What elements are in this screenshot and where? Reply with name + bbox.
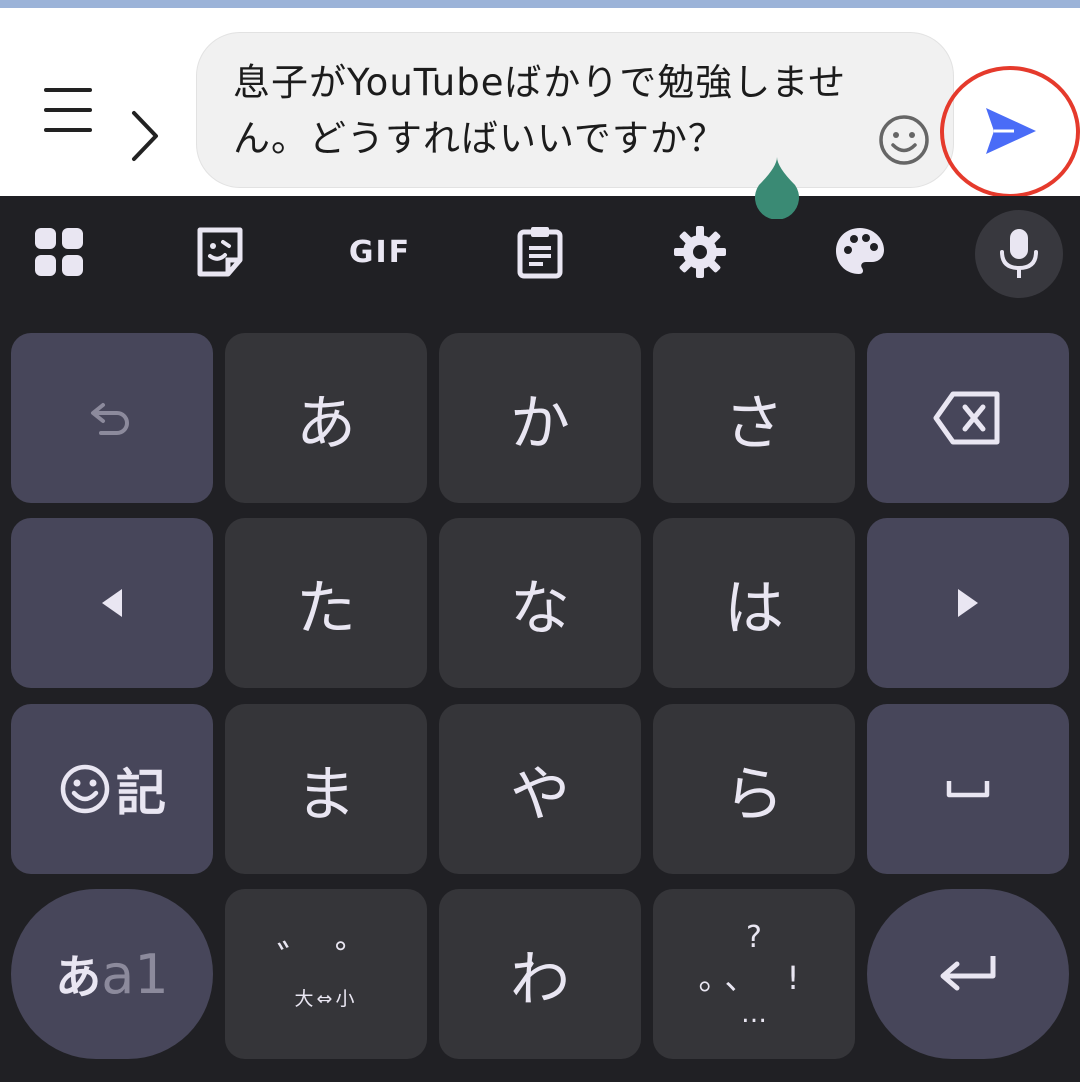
send-button[interactable] [940, 66, 1080, 198]
sticker-button[interactable] [190, 222, 250, 282]
send-arrow-icon [986, 108, 1036, 154]
key-na[interactable]: な [439, 518, 641, 688]
space-bar-icon [946, 781, 990, 798]
menu-button[interactable] [38, 78, 102, 138]
punct-marks: 。、 ! [698, 959, 810, 997]
clipboard-icon [517, 227, 563, 279]
backspace-icon [933, 391, 1000, 445]
cursor-right-key[interactable] [867, 518, 1069, 688]
mode-alpha-label: a1 [101, 942, 169, 1006]
mode-kana-label: あ [55, 950, 102, 1004]
key-sa[interactable]: さ [653, 333, 855, 503]
apps-grid-icon [35, 228, 83, 276]
enter-arrow-icon [940, 956, 996, 991]
undo-key[interactable] [11, 333, 213, 503]
punct-question: ? [746, 920, 762, 955]
punctuation-key[interactable]: ? 。、 ! … [653, 889, 855, 1059]
key-ma[interactable]: ま [225, 704, 427, 874]
key-ha[interactable]: は [653, 518, 855, 688]
compose-bar: 息子がYouTubeばかりで勉強しません。どうすればいいですか？ [0, 8, 1080, 198]
smiley-icon [60, 764, 110, 814]
emoji-symbol-key[interactable]: 記 [11, 704, 213, 874]
key-a[interactable]: あ [225, 333, 427, 503]
cursor-left-key[interactable] [11, 518, 213, 688]
key-ka[interactable]: か [439, 333, 641, 503]
input-mode-key[interactable]: あ a1 [11, 889, 213, 1059]
settings-button[interactable] [670, 222, 730, 282]
text-cursor-handle[interactable] [750, 155, 804, 219]
emoji-symbol-label: 記 [116, 764, 166, 822]
dakuten-marks: ゛゜ [277, 937, 393, 984]
undo-icon [91, 403, 129, 435]
hamburger-menu-icon [44, 88, 92, 92]
message-input[interactable]: 息子がYouTubeばかりで勉強しません。どうすればいいですか？ [196, 32, 954, 188]
theme-button[interactable] [830, 222, 890, 282]
apps-button[interactable] [29, 222, 89, 282]
space-key[interactable] [867, 704, 1069, 874]
hamburger-line [44, 128, 92, 132]
small-large-toggle-label: 大⇔小 [294, 987, 358, 1010]
gear-icon [674, 226, 726, 278]
sticker-icon [197, 227, 243, 277]
smiley-icon [879, 115, 929, 165]
palette-icon [836, 228, 884, 274]
key-ya[interactable]: や [439, 704, 641, 874]
expand-button[interactable] [120, 103, 170, 173]
voice-input-button[interactable] [975, 210, 1063, 298]
triangle-left-icon [102, 589, 122, 617]
hamburger-line [44, 108, 92, 112]
microphone-icon [1000, 229, 1038, 278]
key-ta[interactable]: た [225, 518, 427, 688]
dakuten-key[interactable]: ゛゜ 大⇔小 [225, 889, 427, 1059]
punct-ellipsis: … [741, 999, 767, 1029]
emoji-button[interactable] [876, 112, 932, 168]
chevron-right-icon [132, 111, 158, 161]
key-ra[interactable]: ら [653, 704, 855, 874]
keyboard: GIF あ か さ た な は 記 ま や ら あ a1 ゛゜ 大⇔小 わ ? … [0, 196, 1080, 1082]
clipboard-button[interactable] [510, 222, 570, 282]
message-input-text: 息子がYouTubeばかりで勉強しません。どうすればいいですか？ [233, 61, 847, 160]
key-wa[interactable]: わ [439, 889, 641, 1059]
gif-icon: GIF [348, 234, 412, 270]
backspace-key[interactable] [867, 333, 1069, 503]
enter-key[interactable] [867, 889, 1069, 1059]
triangle-right-icon [958, 589, 978, 617]
status-bar-edge [0, 0, 1080, 8]
gif-button[interactable]: GIF [348, 222, 412, 282]
